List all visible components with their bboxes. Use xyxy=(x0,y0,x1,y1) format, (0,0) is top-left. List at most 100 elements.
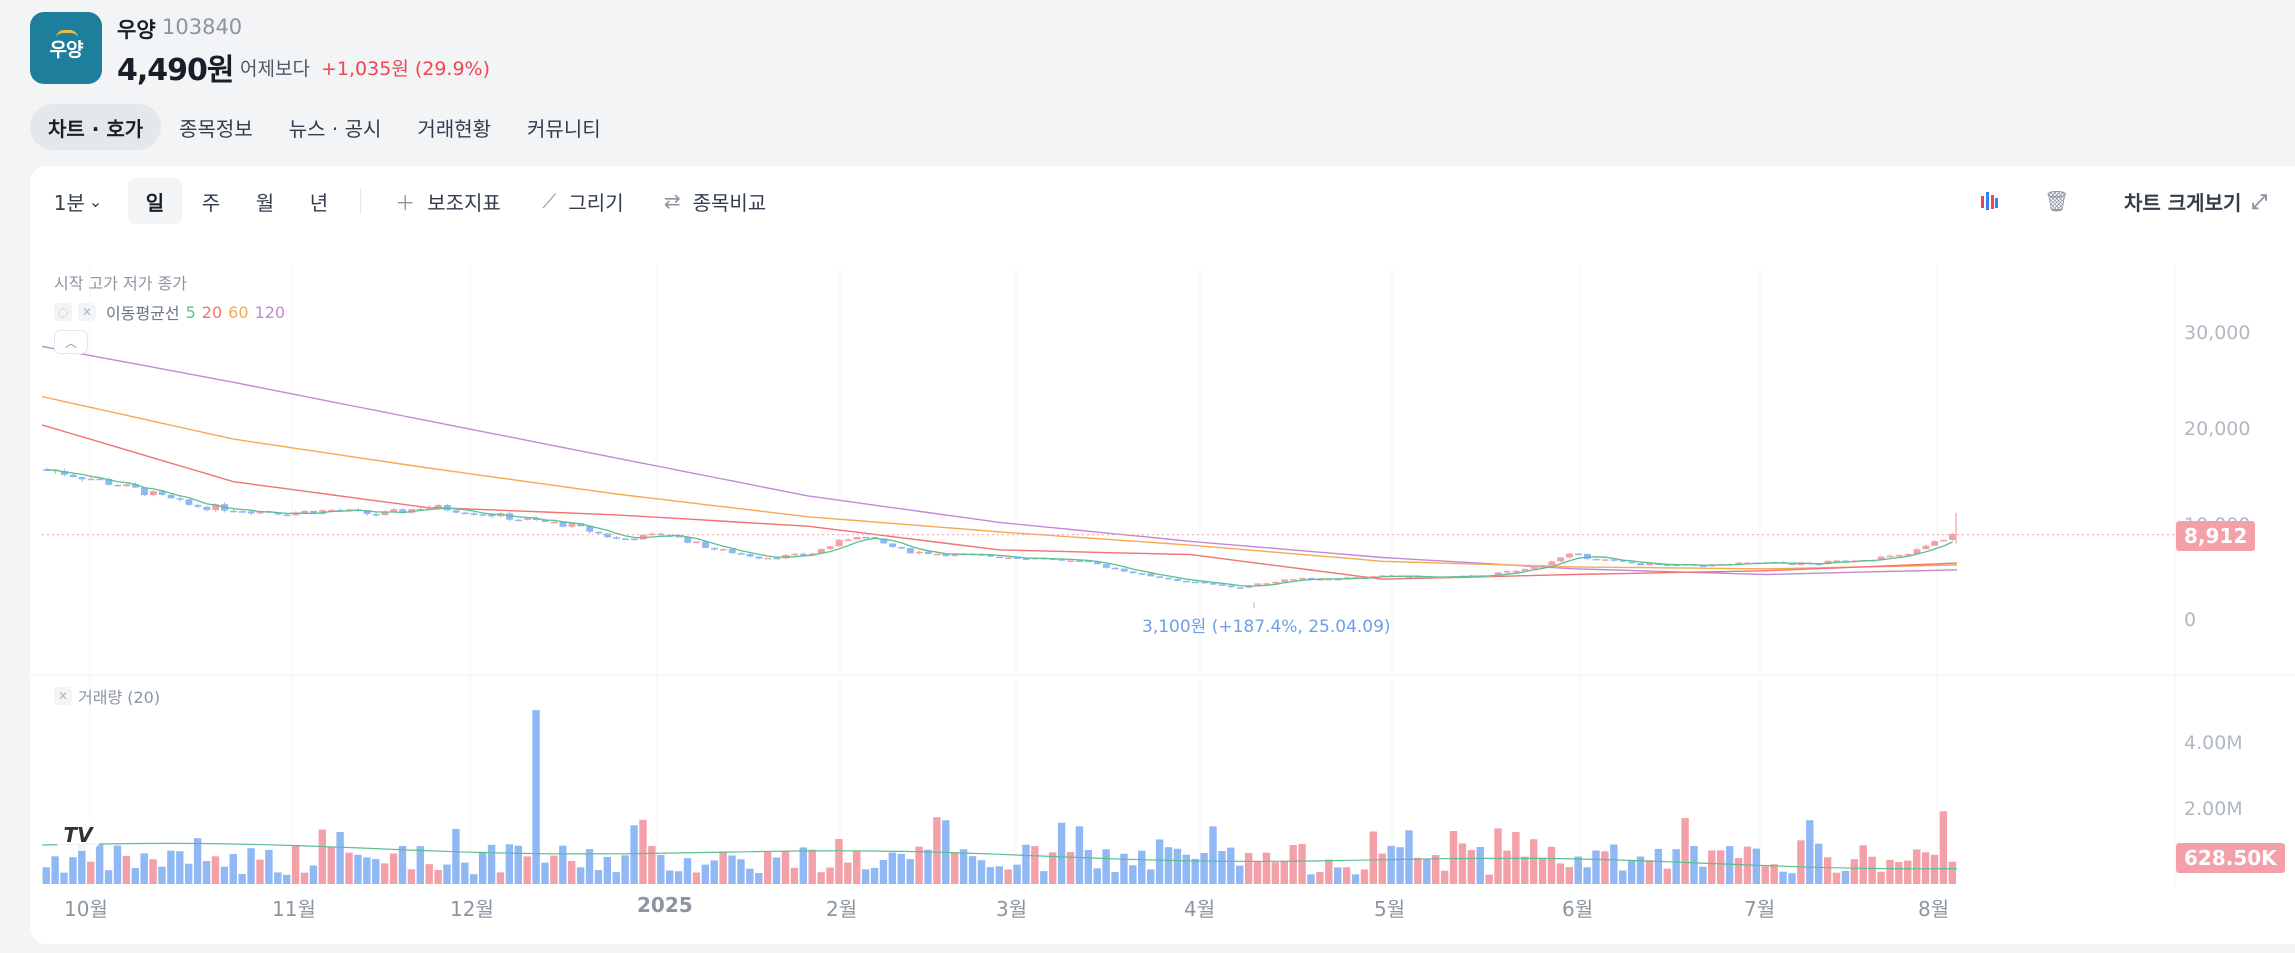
ma-20: 20 xyxy=(201,302,223,322)
volume-bar xyxy=(1485,874,1493,884)
price-axis-label: 0 xyxy=(2184,609,2197,631)
volume-bar xyxy=(897,853,905,884)
candle-body xyxy=(1236,587,1244,589)
volume-bar xyxy=(238,873,246,884)
candle-body xyxy=(1129,571,1137,574)
volume-bar xyxy=(1057,822,1066,884)
volume-bar xyxy=(1342,867,1351,884)
volume-bar xyxy=(1191,858,1199,884)
volume-bar xyxy=(1654,848,1663,884)
candle-body xyxy=(185,499,193,505)
candle-body xyxy=(1503,571,1511,573)
candle-body xyxy=(461,512,469,515)
volume-bar xyxy=(87,861,95,884)
tab-bar: 차트 · 호가 종목정보 뉴스 · 공시 거래현황 커뮤니티 xyxy=(30,104,619,150)
tab-news[interactable]: 뉴스 · 공시 xyxy=(271,104,400,150)
volume-bar xyxy=(1182,854,1190,884)
close-icon[interactable]: ✕ xyxy=(78,303,96,321)
candle-body xyxy=(1022,558,1030,560)
candle-body xyxy=(1218,584,1226,586)
volume-bar xyxy=(443,864,451,884)
volume-bar xyxy=(665,870,674,884)
volume-bar xyxy=(291,845,300,884)
volume-bar xyxy=(1877,871,1885,884)
volume-bar xyxy=(282,874,291,884)
volume-bar xyxy=(461,862,469,884)
volume-bar xyxy=(1004,869,1012,884)
volume-bar xyxy=(568,861,576,884)
volume-bar xyxy=(1663,868,1671,884)
volume-bar xyxy=(1200,852,1208,884)
volume-bar xyxy=(1414,857,1422,884)
candle-body xyxy=(1004,557,1012,559)
candle-body xyxy=(844,539,852,542)
candle-body xyxy=(702,541,710,548)
volume-bar xyxy=(1396,847,1404,884)
volume-bar xyxy=(861,869,870,884)
candle-body xyxy=(1566,553,1573,558)
candle-body xyxy=(1530,566,1538,569)
month-label: 6월 xyxy=(1562,897,1594,921)
month-label: 12월 xyxy=(450,897,494,921)
volume-bar xyxy=(220,866,229,884)
compare-label: 어제보다 xyxy=(240,58,310,80)
volume-bar xyxy=(1334,867,1342,884)
price-chart[interactable] xyxy=(30,166,2295,944)
volume-bar xyxy=(1253,861,1262,884)
volume-bar xyxy=(808,849,816,884)
volume-bar xyxy=(167,850,175,884)
volume-bar xyxy=(51,856,59,884)
candle-body xyxy=(1512,570,1520,573)
candle-body xyxy=(238,511,246,513)
volume-bar xyxy=(69,857,77,884)
low-annotation: 3,100원 (+187.4%, 25.04.09) xyxy=(1142,617,1391,637)
candle-body xyxy=(434,504,442,508)
tab-trading[interactable]: 거래현황 xyxy=(399,104,509,150)
volume-bar xyxy=(1948,861,1956,884)
volume-bar xyxy=(1075,826,1084,884)
volume-bar xyxy=(1538,858,1547,884)
close-icon[interactable]: ✕ xyxy=(54,687,72,705)
candle-body xyxy=(114,484,122,487)
volume-bar xyxy=(505,844,514,884)
volume-bar xyxy=(1574,856,1582,884)
volume-bar xyxy=(657,854,665,884)
candle-body xyxy=(621,538,629,541)
volume-bar xyxy=(888,852,897,884)
volume-bar xyxy=(1592,850,1600,884)
volume-bar xyxy=(1868,856,1876,884)
candle-body xyxy=(604,533,612,538)
volume-bar xyxy=(122,855,131,884)
volume-bar xyxy=(1779,871,1787,884)
volume-bar xyxy=(470,874,478,884)
candle-body xyxy=(1209,583,1217,585)
moving-average-line xyxy=(41,395,1958,570)
chevron-up-icon[interactable]: ︿ xyxy=(54,330,88,354)
tab-chart[interactable]: 차트 · 호가 xyxy=(30,104,162,150)
volume-bar xyxy=(532,710,540,884)
ma-120: 120 xyxy=(254,302,286,322)
candle-body xyxy=(123,484,131,487)
volume-bar xyxy=(193,838,202,884)
volume-bar xyxy=(674,871,683,884)
volume-bar xyxy=(1841,870,1850,884)
volume-bar xyxy=(1423,858,1431,884)
tab-community[interactable]: 커뮤니티 xyxy=(509,104,619,150)
candle-body xyxy=(1156,576,1164,578)
price-axis-label: 30,000 xyxy=(2184,322,2251,344)
volume-bar xyxy=(1886,859,1894,884)
volume-bar xyxy=(1521,856,1529,884)
tab-stock-info[interactable]: 종목정보 xyxy=(161,104,271,150)
volume-bar xyxy=(1788,873,1796,884)
moving-average-line xyxy=(41,424,1958,580)
month-label: 8월 xyxy=(1918,897,1950,921)
volume-bar xyxy=(1271,862,1280,884)
volume-axis-label: 2.00M xyxy=(2184,798,2243,820)
volume-bar xyxy=(202,861,211,884)
volume-bar xyxy=(1209,826,1217,884)
eye-icon[interactable]: ◌ xyxy=(54,303,72,321)
volume-bar xyxy=(1360,869,1369,884)
volume-bar xyxy=(158,866,166,884)
candle-body xyxy=(1521,568,1529,571)
logo-accent xyxy=(56,30,78,38)
